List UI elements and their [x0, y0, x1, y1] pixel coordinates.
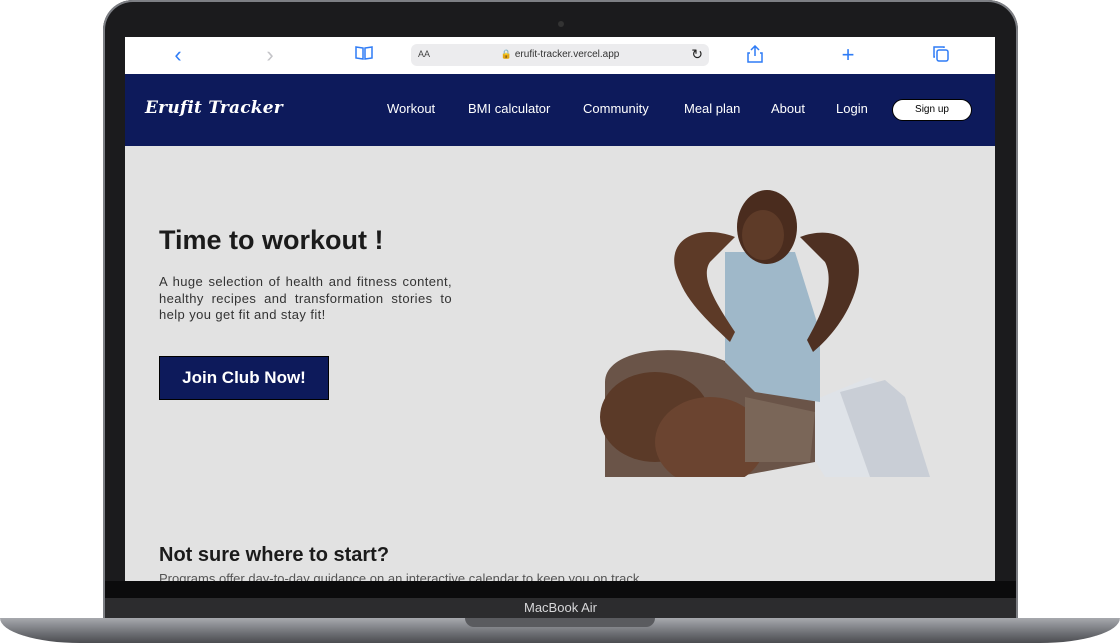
- screen: ‹ › AA 🔒 erufit-tracker.vercel.app ↻ + Er…: [125, 37, 995, 581]
- hero-title: Time to workout !: [159, 225, 384, 255]
- signup-button[interactable]: Sign up: [892, 99, 972, 121]
- nav-link-meal-plan[interactable]: Meal plan: [684, 101, 740, 116]
- lock-icon: 🔒: [500, 49, 512, 59]
- new-tab-icon[interactable]: +: [838, 44, 858, 66]
- section-title: Not sure where to start?: [159, 544, 390, 566]
- share-icon[interactable]: [745, 44, 765, 65]
- site-navbar: Erufit Tracker Workout BMI calculator Co…: [125, 74, 995, 146]
- address-bar[interactable]: AA 🔒 erufit-tracker.vercel.app ↻: [411, 44, 709, 66]
- section-subtitle: Programs offer day-to-day guidance on an…: [159, 571, 643, 581]
- nav-link-workout[interactable]: Workout: [387, 101, 435, 116]
- url-text: erufit-tracker.vercel.app: [514, 49, 620, 60]
- join-club-button[interactable]: Join Club Now!: [159, 356, 329, 400]
- bookmarks-icon[interactable]: [354, 45, 374, 65]
- brand-logo[interactable]: Erufit Tracker: [145, 98, 283, 118]
- hero-description: A huge selection of health and fitness c…: [159, 274, 452, 322]
- camera-icon: [558, 21, 564, 27]
- browser-toolbar: ‹ › AA 🔒 erufit-tracker.vercel.app ↻ +: [125, 37, 995, 75]
- forward-icon[interactable]: ›: [260, 44, 280, 66]
- nav-link-about[interactable]: About: [771, 101, 805, 116]
- nav-link-login[interactable]: Login: [836, 101, 868, 116]
- laptop-notch: [465, 618, 655, 627]
- back-icon[interactable]: ‹: [168, 44, 188, 66]
- nav-link-bmi-calculator[interactable]: BMI calculator: [468, 101, 550, 116]
- reload-icon[interactable]: ↻: [691, 46, 703, 63]
- device-label: MacBook Air: [105, 598, 1016, 618]
- hero-athlete-image: [585, 162, 930, 487]
- tabs-icon[interactable]: [931, 45, 951, 65]
- nav-link-community[interactable]: Community: [583, 101, 649, 116]
